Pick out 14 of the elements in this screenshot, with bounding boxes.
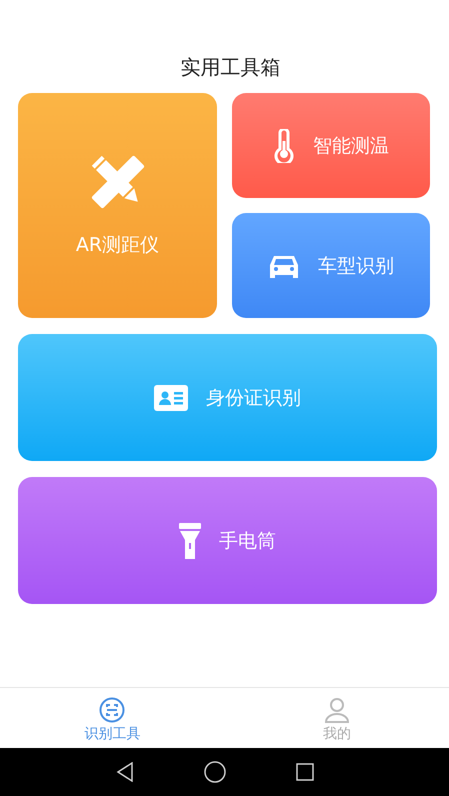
id-card-icon xyxy=(154,384,188,410)
tool-card[interactable]: 手电筒 xyxy=(18,477,437,604)
scan-icon xyxy=(99,697,126,723)
home-icon[interactable] xyxy=(204,761,226,783)
back-icon[interactable] xyxy=(116,762,134,782)
page-title: 实用工具箱 xyxy=(180,54,282,81)
tool-card[interactable]: 智能测温 xyxy=(232,93,430,198)
recents-icon[interactable] xyxy=(296,763,314,781)
tool-card[interactable]: 车型识别 xyxy=(232,213,430,318)
person-icon xyxy=(324,697,350,723)
tool-card[interactable]: AR测距仪 xyxy=(18,93,217,318)
tool-card[interactable]: 身份证识别 xyxy=(18,334,437,461)
thermometer-icon xyxy=(273,128,295,162)
flashlight-icon xyxy=(179,522,201,558)
